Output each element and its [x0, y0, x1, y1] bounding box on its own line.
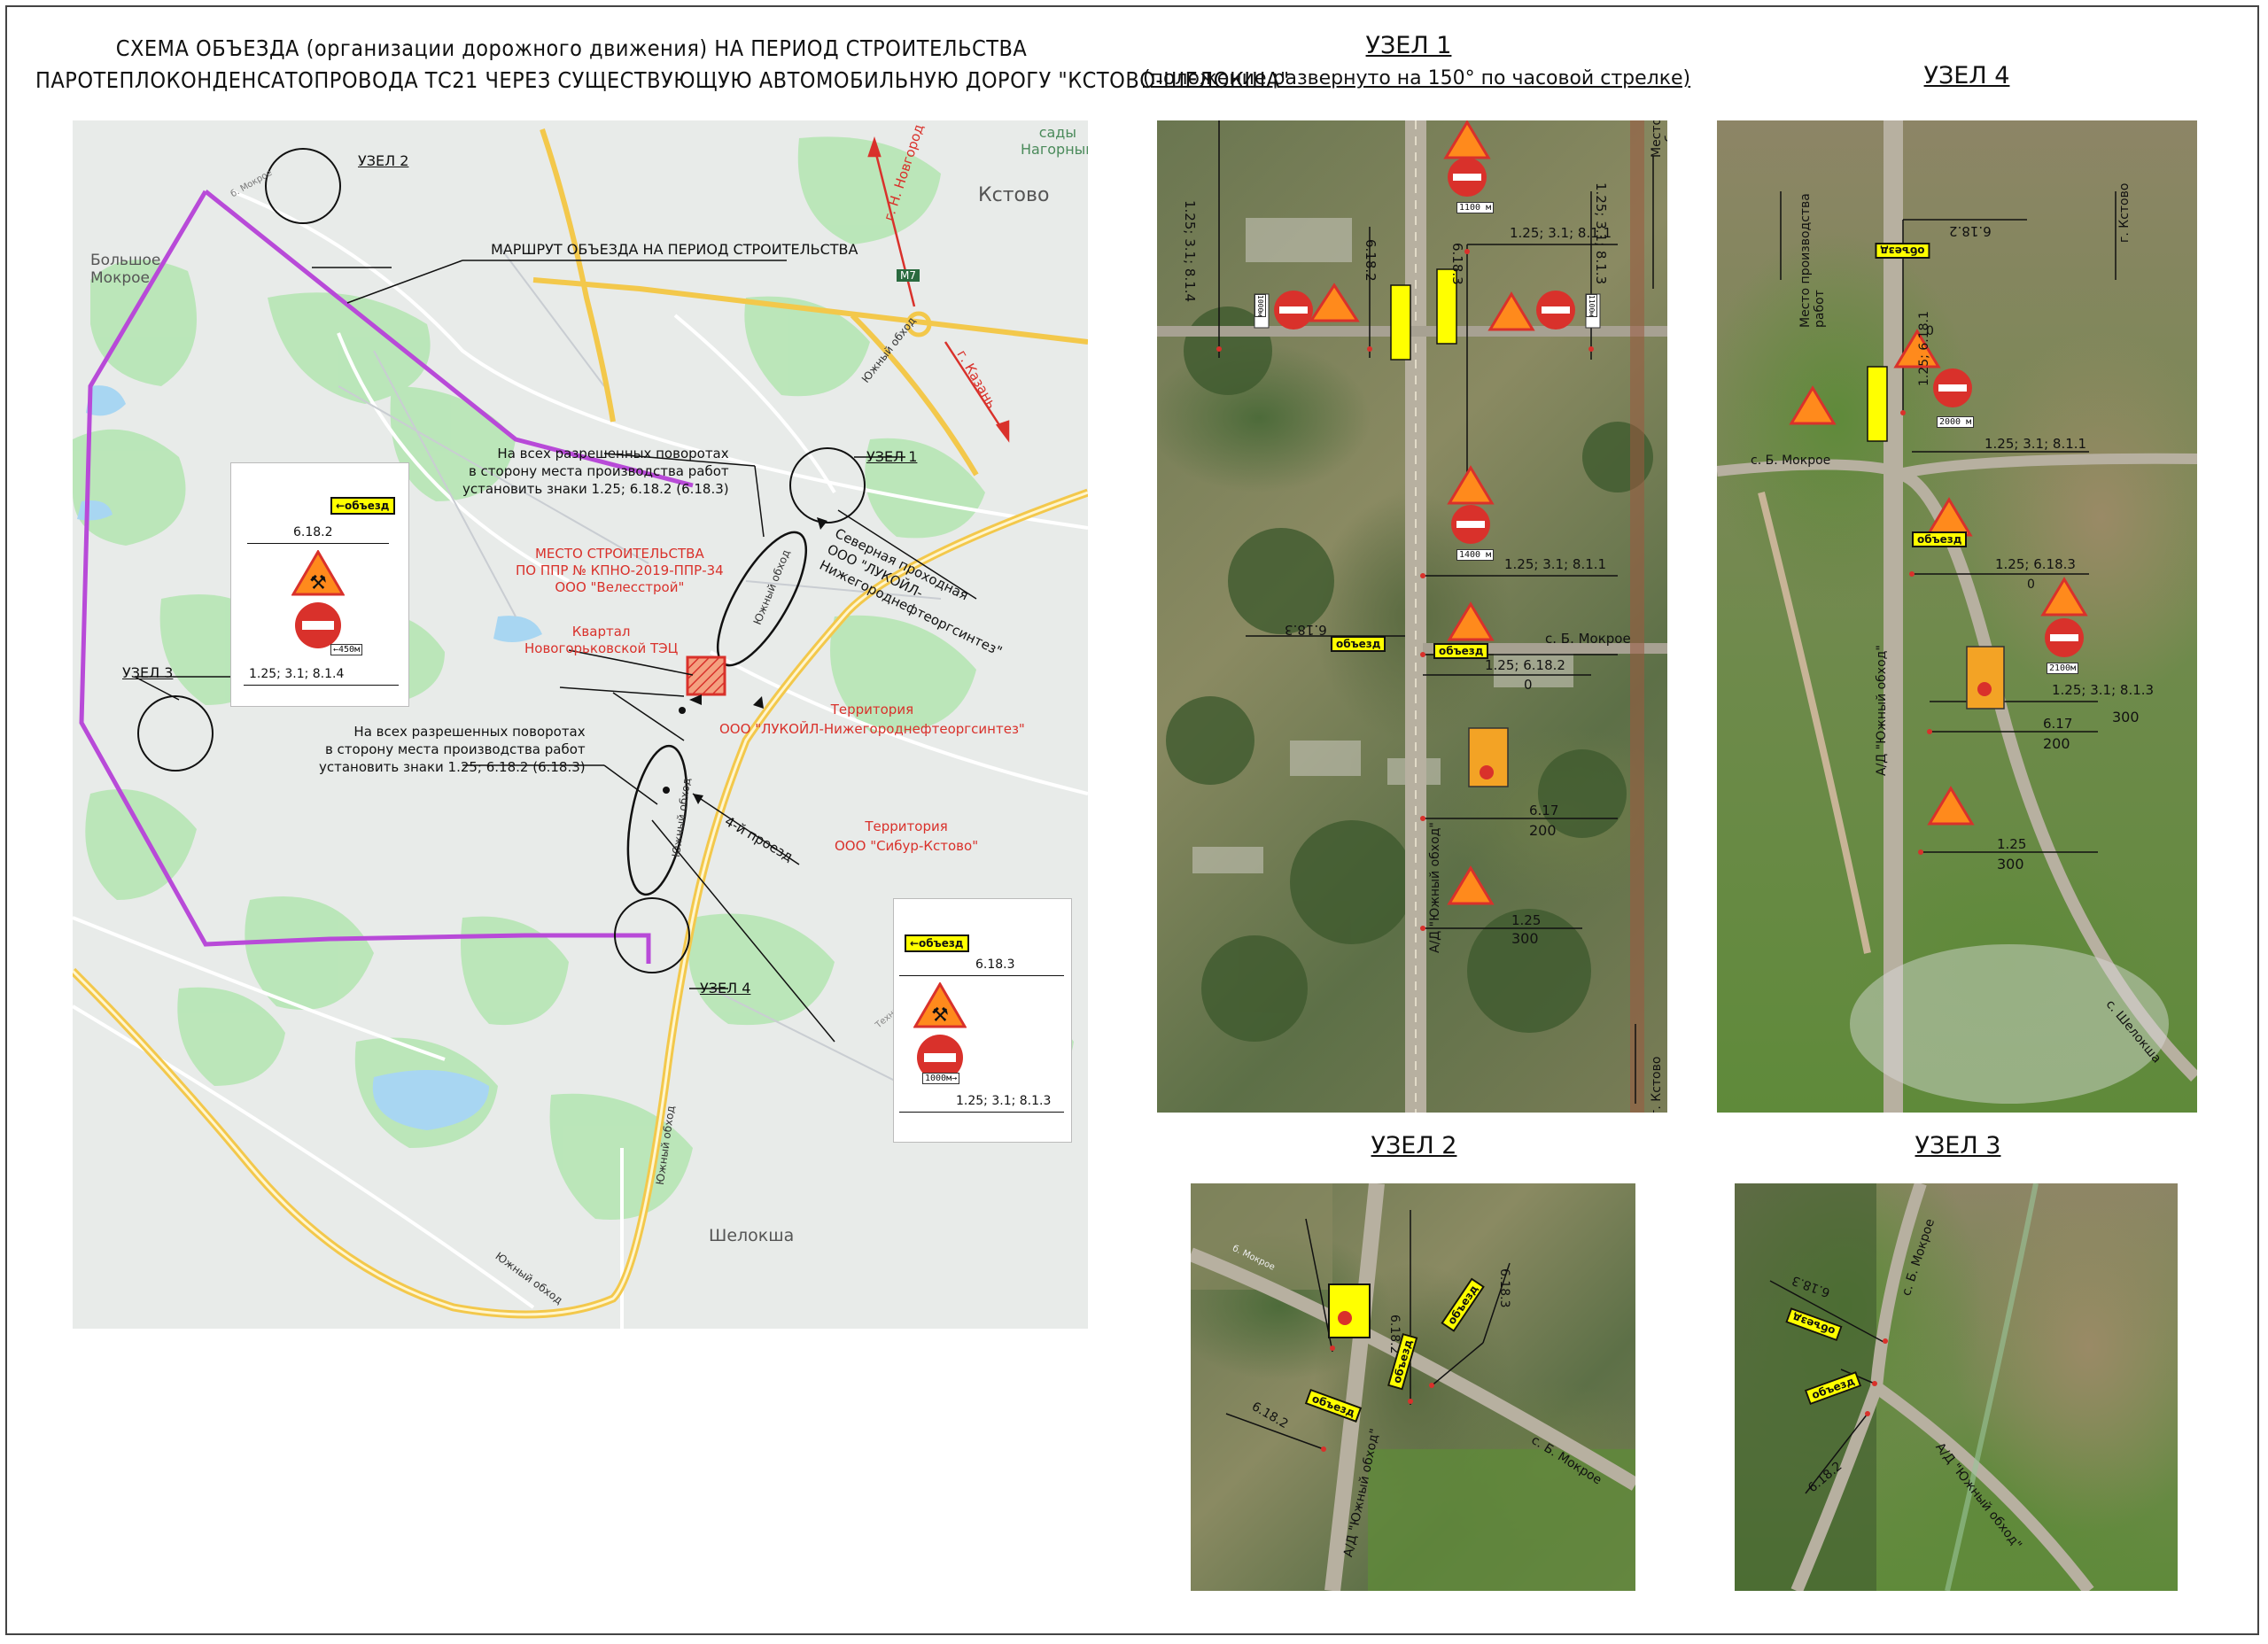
node1-label-f: 1100 м	[1456, 202, 1495, 213]
node4-label-k: 2100м	[2047, 663, 2079, 674]
detour-sign: ←объезд	[330, 497, 395, 515]
node4-label-m: 300	[2112, 709, 2140, 725]
detour-sign: ←объезд	[905, 934, 969, 952]
node1-label-m: с. Б. Мокрое	[1545, 631, 1631, 647]
roadwork-sign	[1443, 120, 1491, 197]
node1-label-a: 1.25; 3.1; 8.1.4	[1182, 200, 1198, 303]
node1-label-g: 1.25; 3.1; 8.1.1	[1510, 225, 1612, 241]
node4-label-l: 1.25; 3.1; 8.1.3	[2052, 682, 2155, 698]
node4-label-p: 1.25	[1997, 836, 2027, 852]
node4-label-h: с. Б. Мокрое	[1751, 454, 1831, 468]
legend-card-1: ←объезд 6.18.2 ⚒ ←450м 1.25; 3.1; 8.1.4	[230, 462, 409, 707]
node1-label-p: 1.25	[1511, 912, 1542, 928]
node1-label-o: 200	[1529, 822, 1557, 839]
node4-label: УЗЕЛ 4	[700, 980, 751, 996]
node2-title: УЗЕЛ 2	[1371, 1132, 1457, 1159]
label-kstovo: Кстово	[978, 184, 1050, 206]
node1-label-n: 6.17	[1529, 803, 1559, 818]
node2-label: УЗЕЛ 2	[358, 152, 409, 169]
node1-title: УЗЕЛ 1	[1365, 32, 1452, 59]
legend-card-2: ←объезд 6.18.3 ⚒ 1000м→ 1.25; 3.1; 8.1.3	[893, 898, 1072, 1143]
node1-label-t: 1000м	[1254, 294, 1266, 318]
node1-label-r: А/Д "Южный обход"	[1428, 822, 1442, 953]
note-mid: На всех разрешенных поворотах в сторону …	[319, 724, 586, 775]
kvartal-label: Квартал Новогорьковской ТЭЦ	[524, 624, 679, 656]
legend2-distance: 1000м→	[922, 1073, 960, 1084]
construction-site-label: МЕСТО СТРОИТЕЛЬСТВА ПО ППР № КПНО-2019-П…	[516, 546, 724, 595]
node1-label: УЗЕЛ 1	[866, 448, 918, 465]
roadwork-sign	[1487, 291, 1575, 331]
roadwork-and-no-entry-signs: ⚒	[291, 550, 345, 648]
territory1-label: Территория ООО "ЛУКОЙЛ-Нижегороднефтеорг…	[719, 702, 1025, 737]
node4-label-f: 2000 м	[1937, 416, 1975, 428]
legend1-sign-codes: 1.25; 3.1; 8.1.4	[249, 667, 345, 681]
node1-label-u: 1100м	[1586, 294, 1597, 318]
node1-label-i: 1.25; 3.1; 8.1.1	[1504, 556, 1607, 572]
node1-label-s: г. Кстово	[1650, 1056, 1664, 1113]
roadwork-sign	[1447, 465, 1495, 544]
legend1-distance: ←450м	[330, 644, 363, 655]
drawing-title-line1: СХЕМА ОБЪЕЗДА (организации дорожного дви…	[115, 35, 1028, 61]
label-sady: сады Нагорный	[1021, 124, 1088, 158]
node1-label-q: 300	[1511, 930, 1539, 947]
node2-satellite-panel: 6.18.2 6.18.3 6.18.2 с. Б. Мокрое А/Д "Ю…	[1191, 1183, 1635, 1591]
legend2-sign-codes: 1.25; 3.1; 8.1.3	[956, 1094, 1052, 1108]
node4-label-o: 200	[2043, 735, 2070, 752]
label-shelokcha: Шелокша	[709, 1226, 795, 1245]
legend2-sign-code: 6.18.3	[975, 958, 1015, 972]
node4-satellite-panel: 6.18.2 объезд Место производства работ г…	[1717, 120, 2197, 1113]
node4-label-r: А/Д "Южный обход"	[1875, 645, 1889, 776]
svg-text:⚒: ⚒	[931, 1004, 949, 1027]
node1-label-b: 6.18.2	[1363, 239, 1379, 282]
label-m7: М7	[897, 269, 920, 282]
drawing-title-line2: ПАРОТЕПЛОКОНДЕНСАТОПРОВОДА ТС21 ЧЕРЕЗ СУ…	[35, 67, 1290, 93]
node1-label-j: 6.18.3	[1285, 622, 1327, 638]
node1-label-c: 6.18.3	[1449, 243, 1465, 285]
legend1-sign-code: 6.18.2	[293, 525, 333, 539]
territory2-label: Территория ООО "Сибур-Кстово"	[835, 818, 979, 854]
node3-satellite-panel: 6.18.3 объезд объезд с. Б. Мокрое 6.18.2…	[1735, 1183, 2178, 1591]
node4-title: УЗЕЛ 4	[1923, 62, 2010, 89]
node4-label-q: 300	[1997, 856, 2024, 872]
node1-satellite-panel: 1.25; 3.1; 8.1.4 6.18.2 6.18.3 1.25; 3.1…	[1157, 120, 1667, 1113]
node4-label-n: 6.17	[2043, 716, 2073, 732]
node4-label-d: 1.25; 6.18.1	[1917, 311, 1931, 386]
svg-text:⚒: ⚒	[309, 572, 327, 594]
node1-subtitle: (положение развернуто на 150° по часовой…	[1143, 67, 1691, 89]
node1-detour-sign: объезд	[1331, 636, 1386, 652]
node4-label-b: Место производства работ	[1798, 193, 1827, 328]
node1-label-k: 1.25; 6.18.2	[1485, 657, 1565, 673]
no-entry-sign	[1274, 283, 1360, 330]
node4-label-g: 1.25; 3.1; 8.1.1	[1984, 436, 2087, 452]
main-map: Большое Мокрое Кстово сады Нагорный Шело…	[73, 120, 1088, 1329]
node4-label-a: 6.18.2	[1949, 223, 1992, 239]
node1-label-h: 1400 м	[1456, 549, 1495, 561]
node4-detour-sign: объезд	[1875, 243, 1930, 259]
node4-label-e: 0	[1926, 324, 1934, 338]
node4-detour-sign: объезд	[1912, 531, 1968, 547]
label-bolshoe-mokroe: Большое Мокрое	[90, 252, 161, 287]
node3-title: УЗЕЛ 3	[1915, 1132, 2001, 1159]
node2-label-b: 6.18.3	[1497, 1268, 1511, 1308]
node1-detour-sign: объезд	[1433, 643, 1489, 659]
construction-site-marker	[686, 655, 726, 696]
route-label: МАРШРУТ ОБЪЕЗДА НА ПЕРИОД СТРОИТЕЛЬСТВА	[491, 241, 858, 258]
node1-label-l: 0	[1524, 677, 1533, 693]
node4-label-i: 1.25; 6.18.3	[1995, 556, 2076, 572]
node4-label-c: г. Кстово	[2117, 182, 2132, 243]
node1-label-e: Место производства работ	[1650, 120, 1667, 158]
node3-label: УЗЕЛ 3	[122, 664, 174, 681]
note-top: На всех разрешенных поворотах в сторону …	[462, 446, 729, 497]
node4-label-j: 0	[2027, 578, 2035, 592]
